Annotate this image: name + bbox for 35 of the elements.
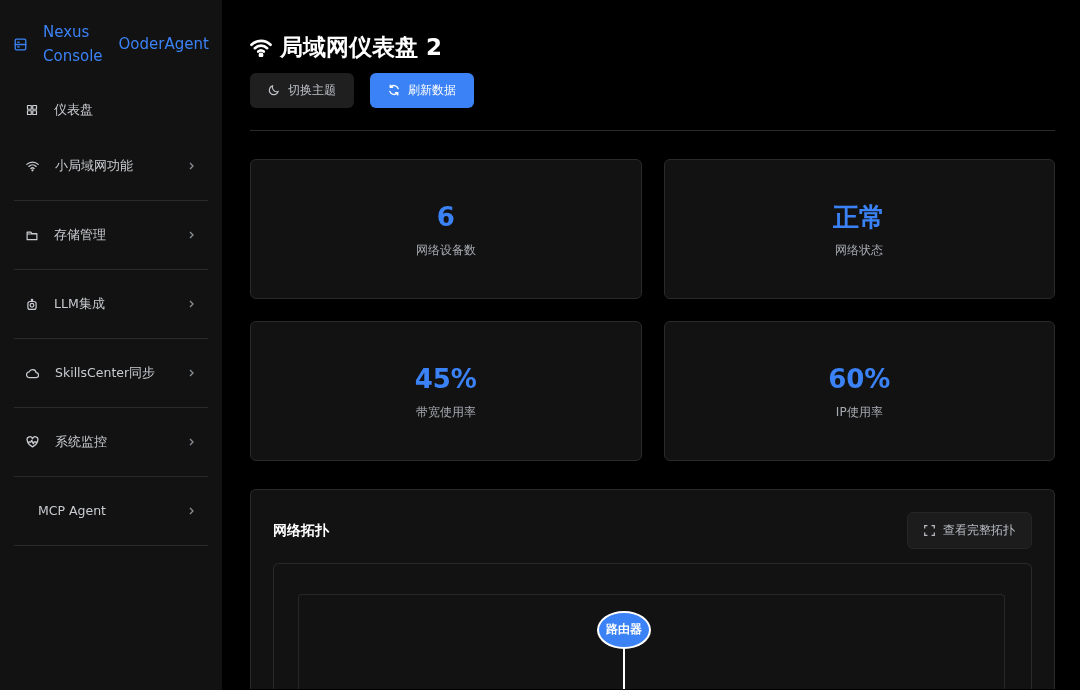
router-node[interactable]: 路由器: [596, 610, 651, 649]
connector-line: [622, 648, 625, 689]
theme-button[interactable]: 切换主题: [250, 72, 354, 108]
brand-title[interactable]: Nexus Console: [43, 20, 103, 68]
sidebar-item[interactable]: 仪表盘: [14, 88, 208, 132]
stat-value: 60%: [828, 363, 891, 396]
refresh-icon: [388, 84, 400, 96]
cloud-icon: [26, 367, 39, 379]
stat-value: 45%: [414, 363, 477, 396]
moon-icon: [268, 84, 280, 96]
brand-subtitle: OoderAgent: [118, 34, 209, 55]
heart-pulse-icon: [26, 436, 39, 448]
stat-label: IP使用率: [835, 404, 883, 421]
stat-value: 正常: [833, 201, 886, 234]
refresh-button[interactable]: 刷新数据: [370, 72, 474, 108]
folder-icon: [26, 229, 38, 241]
stat-label: 网络状态: [835, 242, 884, 259]
sidebar-item[interactable]: 小局域网功能: [14, 132, 208, 201]
stat-value: 6: [436, 201, 455, 234]
sidebar-item[interactable]: 存储管理: [14, 201, 208, 270]
section-title: 网络拓扑: [273, 520, 329, 540]
page-title: 局域网仪表盘 2: [280, 33, 442, 62]
expand-icon: [924, 524, 935, 536]
grid-icon: [26, 104, 38, 116]
stat-label: 带宽使用率: [415, 404, 476, 421]
logo-icon: [14, 37, 27, 51]
sidebar-item[interactable]: SkillsCenter同步: [14, 339, 208, 408]
sidebar-item[interactable]: 系统监控: [14, 408, 208, 477]
sidebar-item[interactable]: MCP Agent: [14, 477, 208, 546]
stat-label: 网络设备数: [415, 242, 476, 259]
wifi-icon: [26, 160, 39, 172]
robot-icon: [26, 297, 38, 311]
full-topology-button[interactable]: 查看完整拓扑: [907, 511, 1032, 549]
sidebar-item[interactable]: LLM集成: [14, 270, 208, 339]
wifi-icon: [250, 37, 272, 57]
